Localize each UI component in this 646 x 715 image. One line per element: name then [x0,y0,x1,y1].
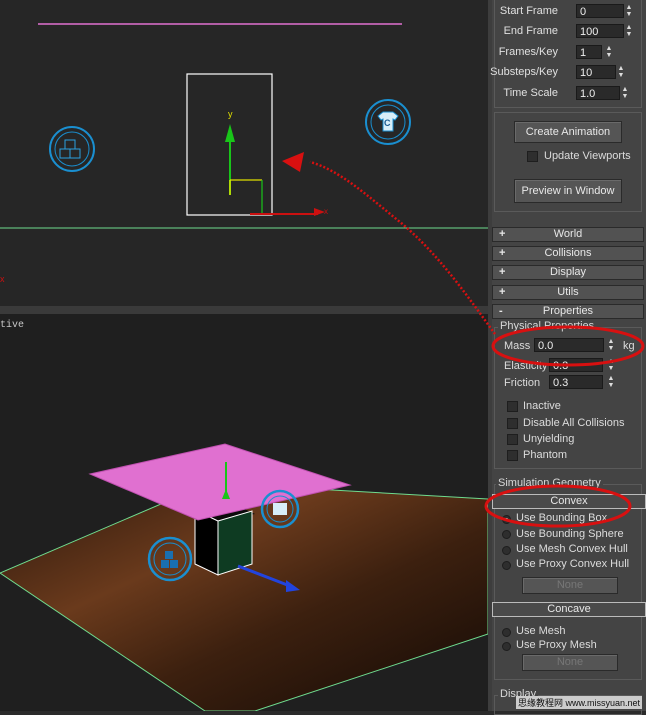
corner-axis-label: x [0,274,5,284]
convex-header[interactable]: Convex [492,494,646,509]
rollout-collisions[interactable]: + Collisions [492,246,644,261]
simulation-geometry-title: Simulation Geometry [496,477,603,489]
start-frame-row: Start Frame 0 ▲ ▼ [492,2,646,20]
end-frame-spinner-icon[interactable]: ▲ ▼ [624,24,634,38]
persp-cloth-helper-icon [260,489,300,529]
update-viewports-checkbox[interactable] [527,151,538,162]
command-panel: Start Frame 0 ▲ ▼ End Frame 100 ▲ ▼ Frames… [490,0,646,715]
convex-none-button[interactable]: None [522,577,618,594]
use-proxy-mesh-radio[interactable] [502,642,511,651]
start-frame-spinner-icon[interactable]: ▲ ▼ [624,4,634,18]
perspective-viewport[interactable] [0,314,488,711]
rollout-properties[interactable]: - Properties [492,304,644,319]
viewport-label[interactable]: tive [0,320,24,331]
frames-key-field[interactable]: 1 [576,45,602,59]
box-side [217,510,253,576]
time-scale-field[interactable]: 1.0 [576,86,620,100]
create-animation-button[interactable]: Create Animation [514,121,622,143]
end-frame-row: End Frame 100 ▲ ▼ [492,22,646,40]
y-axis-label: y [228,109,233,119]
x-axis-label: x [324,207,328,216]
mass-field[interactable]: 0.0 [534,338,604,352]
preview-in-window-button[interactable]: Preview in Window [514,179,622,203]
mass-unit: kg [623,340,635,352]
elasticity-spinner-icon[interactable]: ▲ ▼ [606,358,616,372]
phantom-label: Phantom [523,449,568,461]
disable-all-collisions-checkbox[interactable] [507,418,518,429]
time-scale-spinner-icon[interactable]: ▲ ▼ [620,86,630,100]
mass-spinner-icon[interactable]: ▲ ▼ [606,338,616,352]
use-proxy-convex-hull-radio[interactable] [502,561,511,570]
time-scale-row: Time Scale 1.0 ▲ ▼ [492,84,646,102]
use-proxy-convex-hull-label: Use Proxy Convex Hull [516,558,630,570]
rollout-world[interactable]: + World [492,227,644,242]
frames-key-row: Frames/Key 1 ▲ ▼ [492,43,646,61]
unyielding-checkbox[interactable] [507,434,518,445]
elasticity-field[interactable]: 0.3 [549,358,603,372]
end-frame-label: End Frame [503,25,558,37]
viewport-separator[interactable] [0,306,488,314]
inactive-label: Inactive [523,400,561,412]
rollout-utils[interactable]: + Utils [492,285,644,300]
concave-none-button[interactable]: None [522,654,618,671]
update-viewports-label: Update Viewports [544,150,631,162]
use-mesh-label: Use Mesh [516,625,566,637]
mass-label: Mass [504,340,531,352]
substeps-key-label: Substeps/Key [490,66,558,78]
friction-label: Friction [504,377,541,389]
friction-field[interactable]: 0.3 [549,375,603,389]
end-frame-field[interactable]: 100 [576,24,624,38]
frames-key-label: Frames/Key [498,46,558,58]
cube-helper-icon [49,126,95,172]
time-scale-label: Time Scale [503,87,558,99]
use-bounding-box-label: Use Bounding Box [516,512,608,524]
use-mesh-convex-hull-label: Use Mesh Convex Hull [516,543,628,555]
use-bounding-sphere-radio[interactable] [502,530,511,539]
inactive-checkbox[interactable] [507,401,518,412]
substeps-key-row: Substeps/Key 10 ▲ ▼ [490,63,646,81]
substeps-key-field[interactable]: 10 [576,65,616,79]
svg-text:C: C [384,118,391,128]
elasticity-label: Elasticity [504,360,548,372]
frames-key-spinner-icon[interactable]: ▲ ▼ [604,45,614,59]
unyielding-label: Unyielding [523,433,575,445]
cloth-helper-icon: C [365,99,411,145]
disable-all-collisions-label: Disable All Collisions [523,417,625,429]
start-frame-label: Start Frame [499,5,558,17]
use-bounding-box-radio[interactable] [502,515,511,524]
top-viewport-canvas: y x C x [0,23,488,284]
phantom-checkbox[interactable] [507,450,518,461]
use-mesh-radio[interactable] [502,628,511,637]
physical-properties-title: Physical Properties [498,320,597,332]
perspective-canvas [0,443,488,711]
rollout-display[interactable]: + Display [492,265,644,280]
friction-spinner-icon[interactable]: ▲ ▼ [606,375,616,389]
use-bounding-sphere-label: Use Bounding Sphere [516,528,624,540]
concave-header[interactable]: Concave [492,602,646,617]
substeps-key-spinner-icon[interactable]: ▲ ▼ [616,65,626,79]
watermark: 思缘教程网 www.missyuan.net [515,696,642,709]
use-mesh-convex-hull-radio[interactable] [502,546,511,555]
use-proxy-mesh-label: Use Proxy Mesh [516,639,597,651]
y-axis-arrow [225,124,235,142]
top-viewport[interactable]: y x C x [0,0,488,306]
start-frame-field[interactable]: 0 [576,4,624,18]
